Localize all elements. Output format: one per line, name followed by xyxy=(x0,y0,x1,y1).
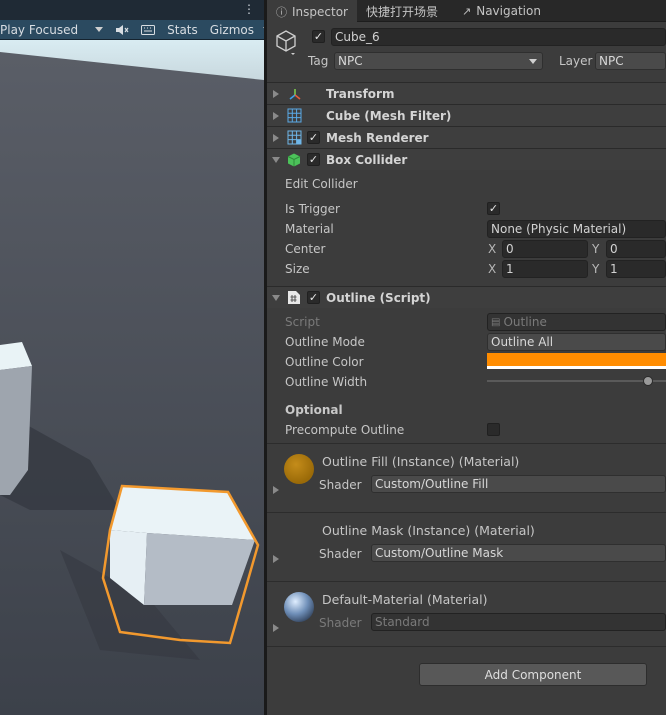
tag-label: Tag xyxy=(308,54,329,68)
scene-window-bar: ⋮ xyxy=(0,0,264,20)
mesh-filter-icon xyxy=(287,108,302,123)
tab-navigation[interactable]: ↗ Navigation xyxy=(462,0,541,22)
edit-collider-button[interactable]: Edit Collider xyxy=(285,177,358,191)
center-y-label[interactable]: Y xyxy=(592,242,599,256)
script-field: ▤ Outline xyxy=(487,313,666,331)
precompute-outline-label: Precompute Outline xyxy=(285,423,405,437)
gizmos-button[interactable]: Gizmos xyxy=(207,20,257,40)
transform-icon xyxy=(289,89,301,100)
layer-label: Layer xyxy=(559,54,593,68)
center-label: Center xyxy=(285,242,326,256)
script-icon xyxy=(288,291,300,304)
size-x-field[interactable]: 1 xyxy=(502,260,588,278)
scene-toolbar: Play Focused Stats Gizmos xyxy=(0,20,264,40)
tag-dropdown[interactable]: NPC xyxy=(334,52,543,70)
navigation-icon: ↗ xyxy=(462,4,472,18)
script-file-icon: ▤ xyxy=(491,316,501,328)
expand-arrow-icon[interactable] xyxy=(273,134,279,142)
shader-label: Shader xyxy=(319,478,362,492)
is-trigger-checkbox[interactable]: ✓ xyxy=(487,202,500,215)
size-y-label[interactable]: Y xyxy=(592,262,599,276)
expand-arrow-icon[interactable] xyxy=(273,112,279,120)
center-x-field[interactable]: 0 xyxy=(502,240,588,258)
outline-width-slider-thumb[interactable] xyxy=(643,376,654,386)
mesh-renderer-icon xyxy=(287,130,302,145)
tab-quick-open-scene[interactable]: 快捷打开场景 xyxy=(366,0,438,22)
material-name: Outline Fill (Instance) (Material) xyxy=(322,454,520,469)
inspector-panel: ⓘ Inspector 快捷打开场景 ↗ Navigation ✓ Cube_6… xyxy=(267,0,666,715)
collapse-arrow-icon[interactable] xyxy=(272,295,280,301)
outline-color-label: Outline Color xyxy=(285,355,364,369)
collapse-arrow-icon[interactable] xyxy=(272,157,280,163)
size-label: Size xyxy=(285,262,310,276)
material-label: Material xyxy=(285,222,334,236)
optional-heading: Optional xyxy=(285,403,343,417)
outline-width-slider-track[interactable] xyxy=(487,380,666,382)
material-name: Default-Material (Material) xyxy=(322,592,488,607)
add-component-button[interactable]: Add Component xyxy=(419,663,647,686)
outline-mode-dropdown[interactable]: Outline All xyxy=(487,333,666,351)
object-name-field[interactable]: Cube_6 xyxy=(331,28,666,46)
outline-mode-label: Outline Mode xyxy=(285,335,365,349)
scene-view[interactable]: ⋮ Play Focused Stats Gizmos xyxy=(0,0,264,715)
component-mesh-filter-header[interactable]: Cube (Mesh Filter) xyxy=(267,104,666,126)
expand-arrow-icon[interactable] xyxy=(273,624,279,632)
active-checkbox[interactable]: ✓ xyxy=(312,30,325,43)
outline-fill-material-preview xyxy=(284,454,314,484)
component-outline-header[interactable]: ✓ Outline (Script) xyxy=(267,286,666,308)
component-transform-header[interactable]: Transform xyxy=(267,82,666,104)
more-options-icon[interactable]: ⋮ xyxy=(243,2,255,16)
box-collider-icon xyxy=(287,153,301,167)
shader-dropdown: Standard xyxy=(371,613,666,631)
shader-dropdown[interactable]: Custom/Outline Mask xyxy=(371,544,666,562)
shader-label: Shader xyxy=(319,616,362,630)
tab-bar: ⓘ Inspector 快捷打开场景 ↗ Navigation xyxy=(267,0,666,23)
size-x-label[interactable]: X xyxy=(488,262,496,276)
mute-audio-icon[interactable] xyxy=(112,20,132,40)
box-collider-enabled-checkbox[interactable]: ✓ xyxy=(307,153,320,166)
scene-viewport[interactable] xyxy=(0,40,264,715)
outline-color-swatch[interactable] xyxy=(487,353,666,369)
center-y-field[interactable]: 0 xyxy=(606,240,666,258)
script-label: Script xyxy=(285,315,320,329)
layer-dropdown[interactable]: NPC xyxy=(595,52,666,70)
size-y-field[interactable]: 1 xyxy=(606,260,666,278)
material-name: Outline Mask (Instance) (Material) xyxy=(322,523,535,538)
mesh-renderer-enabled-checkbox[interactable]: ✓ xyxy=(307,131,320,144)
play-focused-dropdown[interactable]: Play Focused xyxy=(0,23,78,37)
component-box-collider-header[interactable]: ✓ Box Collider xyxy=(267,148,666,170)
gameobject-cube-icon[interactable] xyxy=(273,28,299,56)
chevron-down-icon xyxy=(529,59,537,64)
expand-arrow-icon[interactable] xyxy=(273,486,279,494)
default-material-preview xyxy=(284,592,314,622)
tab-inspector[interactable]: ⓘ Inspector xyxy=(267,0,357,23)
keyboard-icon[interactable] xyxy=(138,20,158,40)
outline-enabled-checkbox[interactable]: ✓ xyxy=(307,291,320,304)
center-x-label[interactable]: X xyxy=(488,242,496,256)
stats-button[interactable]: Stats xyxy=(164,20,201,40)
physic-material-field[interactable]: None (Physic Material) xyxy=(487,220,666,238)
shader-label: Shader xyxy=(319,547,362,561)
precompute-outline-checkbox[interactable] xyxy=(487,423,500,436)
outline-width-label: Outline Width xyxy=(285,375,368,389)
component-mesh-renderer-header[interactable]: ✓ Mesh Renderer xyxy=(267,126,666,148)
info-icon: ⓘ xyxy=(276,5,287,19)
chevron-down-icon[interactable] xyxy=(95,27,104,32)
is-trigger-label: Is Trigger xyxy=(285,202,340,216)
expand-arrow-icon[interactable] xyxy=(273,90,279,98)
expand-arrow-icon[interactable] xyxy=(273,555,279,563)
shader-dropdown[interactable]: Custom/Outline Fill xyxy=(371,475,666,493)
